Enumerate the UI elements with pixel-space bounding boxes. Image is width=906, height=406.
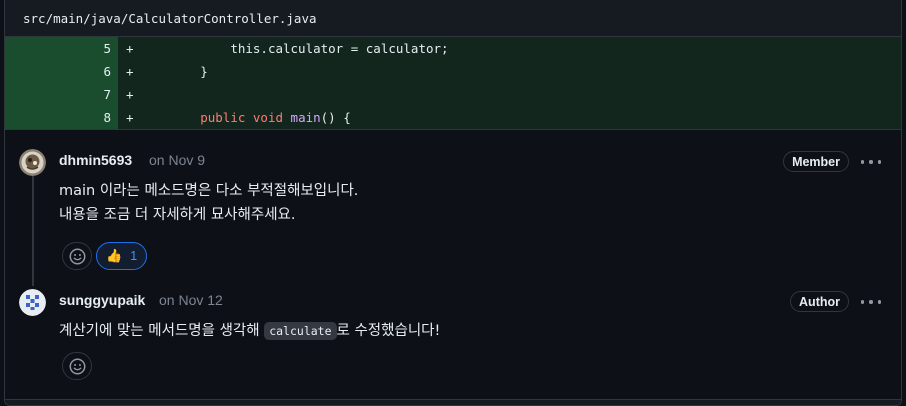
added-marker: + [126,110,134,125]
comment-author[interactable]: dhmin5693 [59,152,132,168]
badge-label: Member [792,154,840,169]
added-marker: + [126,41,134,56]
line-number[interactable]: 5 [5,37,118,60]
diff-line: 7 + [5,83,901,106]
badge-label: Author [799,294,840,309]
code-token: () { [320,110,351,125]
added-marker: + [126,87,134,102]
add-reaction-button[interactable] [62,242,92,270]
thumbs-up-icon: 👍 [106,248,123,263]
code-line: + } [118,60,901,83]
diff-hunk: 5 + this.calculator = calculator; 6 + } 7 +8 +… [5,37,901,129]
code-line: + this.calculator = calculator; [118,37,901,60]
add-reaction-button[interactable] [62,352,92,380]
line-number[interactable]: 6 [5,60,118,83]
avatar[interactable] [19,149,46,176]
more-options-button[interactable] [861,156,881,168]
diff-line: 5 + this.calculator = calculator; [5,37,901,60]
comment-date[interactable]: on Nov 9 [149,152,205,168]
comment-body-line: 내용을 조금 더 자세하게 묘사해주세요. [59,207,296,223]
code-token: main [290,110,321,125]
comment-date[interactable]: on Nov 12 [159,292,223,308]
comment-body-text: 계산기에 맞는 메서드명을 생각해 [59,323,265,339]
code-line: + [118,83,901,106]
diff-line: 8 + public void main() { [5,106,901,129]
code-token: void [252,110,284,125]
code-token: } [200,64,208,79]
comment: sunggyupaik on Nov 12 Author 계산기에 맞는 메서드… [5,272,901,402]
review-thread: src/main/java/CalculatorController.java … [4,0,902,406]
thumbs-up-reaction[interactable]: 👍 1 [96,242,148,270]
reaction-count: 1 [130,249,138,263]
comment: dhmin5693 on Nov 9 Member main 이라는 메소드명은… [5,130,901,272]
avatar[interactable] [19,289,46,316]
comment-list: dhmin5693 on Nov 9 Member main 이라는 메소드명은… [5,129,901,405]
comment-author[interactable]: sunggyupaik [59,292,145,308]
comment-body: 계산기에 맞는 메서드명을 생각해 calculate 로 수정했습니다! [59,319,440,343]
member-badge: Member [783,151,849,172]
author-badge: Author [790,291,849,312]
file-path[interactable]: src/main/java/CalculatorController.java [23,11,317,26]
file-path-header[interactable]: src/main/java/CalculatorController.java [5,0,901,37]
inline-code: calculate [264,322,337,340]
code-line: + public void main() { [118,106,901,129]
added-marker: + [126,64,134,79]
line-number[interactable]: 7 [5,83,118,106]
diff-line: 6 + } [5,60,901,83]
comment-body: main 이라는 메소드명은 다소 부적절해보입니다. 내용을 조금 더 자세하… [59,179,358,227]
code-token: public [200,110,246,125]
comment-body-line: main 이라는 메소드명은 다소 부적절해보입니다. [59,183,359,199]
smiley-icon [69,248,85,264]
code-token: this.calculator = calculator; [230,41,449,56]
more-options-button[interactable] [861,296,881,308]
line-number[interactable]: 8 [5,106,118,129]
smiley-icon [69,358,85,374]
thread-footer [5,399,901,405]
comment-body-text: 로 수정했습니다! [336,323,441,339]
